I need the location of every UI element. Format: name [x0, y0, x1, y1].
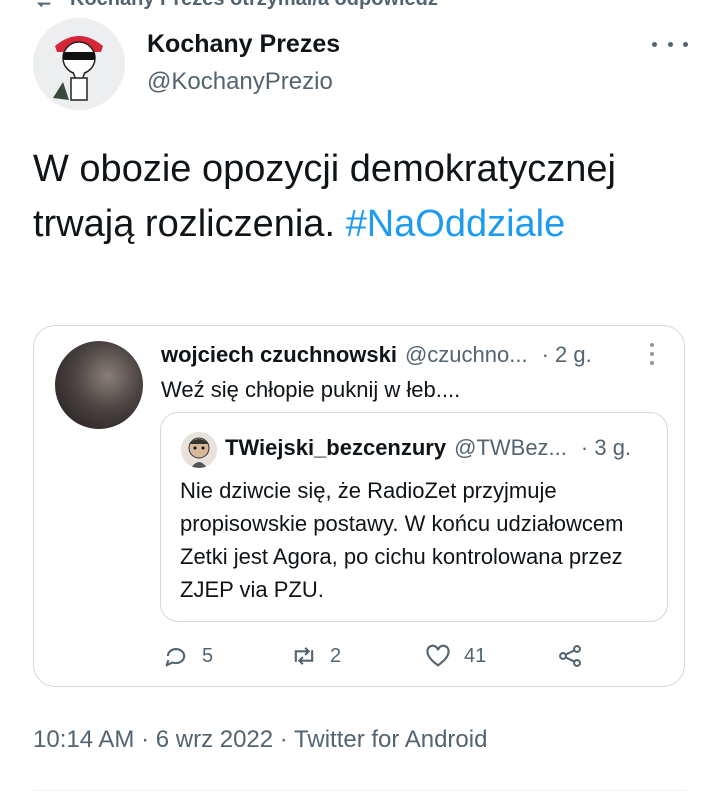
author-name[interactable]: Kochany Prezes	[147, 30, 340, 59]
share-icon	[559, 645, 581, 667]
avatar-illustration	[33, 18, 125, 110]
like-button[interactable]: 41	[424, 636, 486, 676]
nested-quoted-tweet[interactable]: TWiejski_bezcenzury @TWBez... · 3 g. Nie…	[160, 412, 668, 622]
quoted-tweet-time: · 2 g.	[541, 342, 592, 367]
retweet-count: 2	[330, 644, 342, 667]
nested-author-handle[interactable]: @TWBez...	[454, 435, 567, 461]
quoted-author-name[interactable]: wojciech czuchnowski	[161, 342, 397, 368]
reply-icon	[165, 648, 186, 667]
more-options-button[interactable]	[652, 32, 688, 56]
nested-tweet-text: Nie dziwcie się, że RadioZet przyjmuje p…	[180, 478, 624, 602]
quoted-author-handle[interactable]: @czuchno...	[405, 342, 528, 368]
hashtag-link[interactable]: #NaOddziale	[346, 203, 566, 245]
share-button[interactable]	[556, 636, 584, 676]
more-dot-icon	[652, 41, 657, 47]
heart-icon	[426, 644, 450, 667]
author-handle[interactable]: @KochanyPrezio	[147, 68, 333, 96]
retweet-icon	[294, 647, 314, 665]
quoted-tweet-text: Weź się chłopie puknij w łeb....	[161, 377, 461, 402]
retweet-button[interactable]: 2	[290, 636, 341, 676]
retweet-icon	[36, 2, 51, 8]
reply-count: 5	[202, 644, 214, 667]
like-count: 41	[464, 644, 487, 667]
nested-tweet-time: · 3 g.	[580, 435, 632, 460]
reply-button[interactable]: 5	[162, 636, 213, 676]
more-dot-icon	[667, 41, 673, 47]
nested-author-avatar[interactable]	[181, 432, 217, 468]
divider	[33, 790, 687, 791]
reply-context-bar: Kochany Prezes otrzymał/a odpowiedź	[30, 0, 438, 10]
quoted-more-icon[interactable]	[650, 343, 656, 365]
nested-author-name[interactable]: TWiejski_bezcenzury	[225, 435, 446, 461]
tweet-text: W obozie opozycji demokratycznej trwają …	[33, 142, 673, 252]
quoted-tweet-card[interactable]: wojciech czuchnowski @czuchno... · 2 g. …	[33, 325, 685, 687]
quoted-tweet-header: wojciech czuchnowski @czuchno... · 2 g.	[161, 342, 654, 372]
reply-context-text: Kochany Prezes otrzymał/a odpowiedź	[70, 0, 438, 11]
quoted-tweet-actions: 5 2 41	[162, 636, 622, 676]
nested-tweet-header: TWiejski_bezcenzury @TWBez... · 3 g.	[225, 435, 653, 463]
tweet-timestamp[interactable]: 10:14 AM · 6 wrz 2022 · Twitter for Andr…	[33, 726, 487, 754]
author-avatar[interactable]	[33, 18, 125, 110]
quoted-author-avatar[interactable]	[55, 341, 143, 429]
nested-avatar-illustration	[181, 432, 217, 468]
more-dot-icon	[683, 41, 688, 47]
